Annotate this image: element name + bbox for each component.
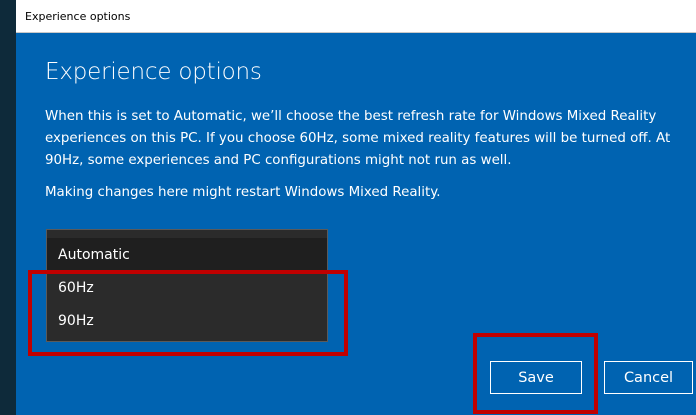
restart-note: Making changes here might restart Window… (45, 185, 441, 200)
title-bar: Experience options (16, 0, 696, 33)
experience-options-dialog: Experience options Experience options Wh… (16, 0, 696, 415)
save-highlight-box (473, 333, 598, 414)
description-text: When this is set to Automatic, we’ll cho… (45, 109, 671, 168)
background-strip (0, 0, 16, 415)
option-automatic[interactable]: Automatic (47, 238, 327, 271)
options-highlight-box (28, 270, 348, 356)
cancel-button[interactable]: Cancel (604, 361, 693, 394)
page-title: Experience options (45, 59, 262, 85)
window-title: Experience options (25, 9, 131, 23)
